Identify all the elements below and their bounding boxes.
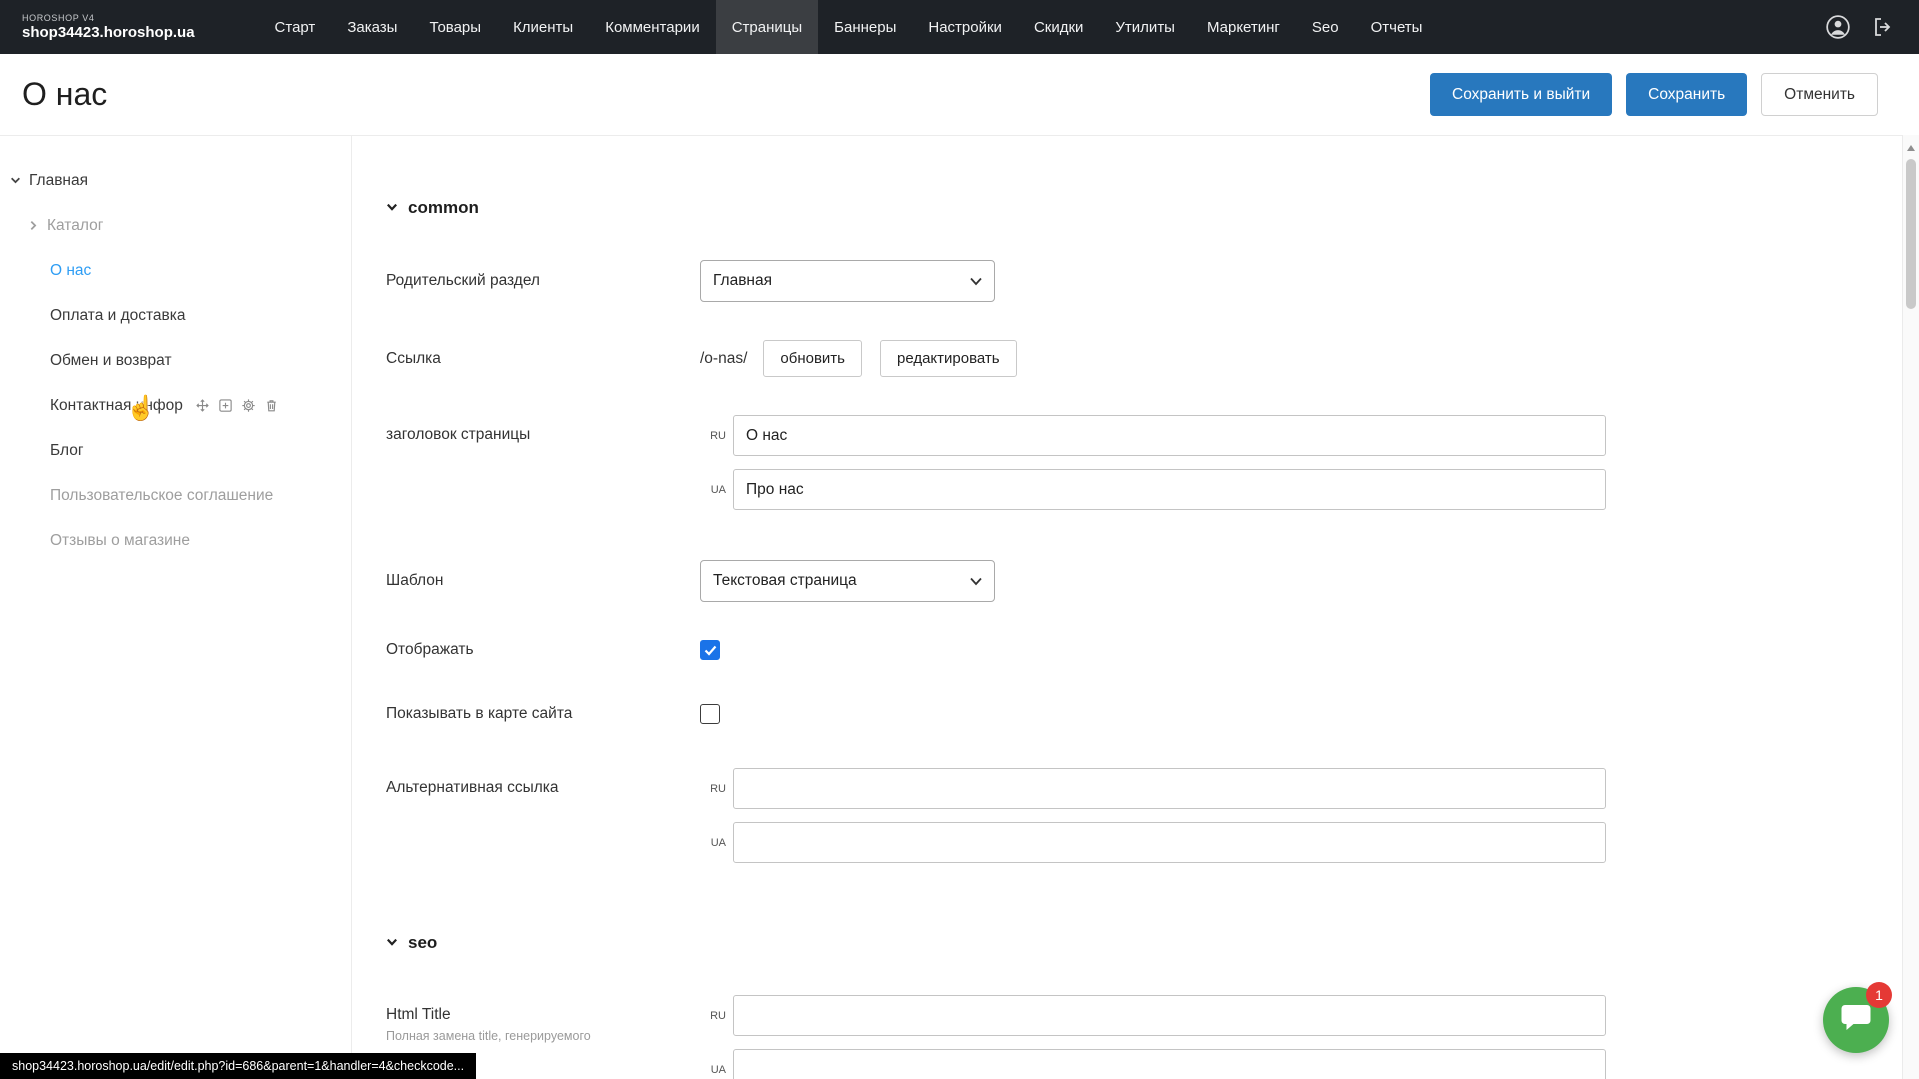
sidebar-item-exchange-return[interactable]: Обмен и возврат [0,338,351,383]
link-refresh-button[interactable]: обновить [763,340,862,377]
vertical-scrollbar[interactable] [1902,135,1919,1079]
logo[interactable]: HOROSHOP V4 shop34423.horoshop.ua [0,13,195,41]
menu-item-pages[interactable]: Страницы [716,0,818,54]
save-button[interactable]: Сохранить [1626,73,1747,116]
scroll-up-arrow[interactable] [1906,139,1916,157]
html-title-label: Html Title [386,1006,700,1024]
scrollbar-thumb[interactable] [1906,159,1916,309]
parent-section-select[interactable]: Главная [700,260,995,302]
html-title-ru-input[interactable] [733,995,1606,1036]
menu-item-settings[interactable]: Настройки [912,0,1018,54]
sidebar-item-contact-info[interactable]: Контактная инфор [0,383,351,428]
lang-ua-tag: UA [700,1064,726,1076]
menu-item-discounts[interactable]: Скидки [1018,0,1099,54]
user-circle-icon[interactable] [1825,14,1851,40]
chevron-down-icon[interactable] [10,175,21,186]
chevron-down-icon [970,277,982,286]
menu-item-comments[interactable]: Комментарии [589,0,715,54]
page-title-ru-input[interactable] [733,415,1606,456]
link-label: Ссылка [386,350,700,368]
cancel-button[interactable]: Отменить [1761,73,1878,116]
tree-item-actions [195,398,279,413]
plus-square-icon[interactable] [218,398,233,413]
sidebar-item-about[interactable]: О нас [0,248,351,293]
sidebar-item-home[interactable]: Главная [0,158,351,203]
menu-item-reports[interactable]: Отчеты [1355,0,1439,54]
chat-launcher-button[interactable]: 1 [1823,987,1889,1053]
html-title-note: Полная замена title, генерируемого [386,1029,636,1043]
display-checkbox[interactable] [700,640,720,660]
lang-ua-tag: UA [700,837,726,849]
pages-tree-sidebar: Главная Каталог О нас Оплата и доставка … [0,136,352,1079]
menu-item-start[interactable]: Старт [259,0,332,54]
menu-item-products[interactable]: Товары [413,0,497,54]
menu-item-seo[interactable]: Seo [1296,0,1355,54]
sidebar-item-blog[interactable]: Блог [0,428,351,473]
chat-unread-badge: 1 [1866,982,1892,1008]
gear-icon[interactable] [241,398,256,413]
page-edit-form: common Родительский раздел Главная Ссылк… [352,136,1919,1079]
menu-item-clients[interactable]: Клиенты [497,0,589,54]
alt-link-label: Альтернативная ссылка [386,768,700,797]
template-label: Шаблон [386,572,700,590]
chevron-down-icon [970,577,982,586]
alt-link-ru-input[interactable] [733,768,1606,809]
menu-item-banners[interactable]: Баннеры [818,0,912,54]
logo-version-label: HOROSHOP V4 [22,13,195,23]
section-seo-toggle[interactable]: seo [386,933,1919,953]
page-title-field-label: заголовок страницы [386,415,700,444]
save-and-exit-button[interactable]: Сохранить и выйти [1430,73,1612,116]
sidebar-item-catalog[interactable]: Каталог [0,203,351,248]
browser-status-url: shop34423.horoshop.ua/edit/edit.php?id=6… [0,1053,476,1079]
page-header: О нас Сохранить и выйти Сохранить Отмени… [0,54,1919,135]
alt-link-ua-input[interactable] [733,822,1606,863]
html-title-ua-input[interactable] [733,1049,1606,1079]
chevron-down-icon [386,933,398,953]
lang-ru-tag: RU [700,430,726,442]
main-menu: Старт Заказы Товары Клиенты Комментарии … [259,0,1439,54]
sidebar-item-payment-delivery[interactable]: Оплата и доставка [0,293,351,338]
template-select[interactable]: Текстовая страница [700,560,995,602]
menu-item-marketing[interactable]: Маркетинг [1191,0,1296,54]
sitemap-label: Показывать в карте сайта [386,705,700,723]
move-icon[interactable] [195,398,210,413]
page-title-ua-input[interactable] [733,469,1606,510]
chevron-right-icon[interactable] [28,220,39,231]
sidebar-item-store-reviews[interactable]: Отзывы о магазине [0,518,351,563]
parent-section-label: Родительский раздел [386,272,700,290]
lang-ua-tag: UA [700,484,726,496]
chevron-down-icon [386,198,398,218]
display-label: Отображать [386,641,700,659]
menu-item-orders[interactable]: Заказы [331,0,413,54]
topbar: HOROSHOP V4 shop34423.horoshop.ua Старт … [0,0,1919,54]
menu-item-utilities[interactable]: Утилиты [1099,0,1191,54]
sitemap-checkbox[interactable] [700,704,720,724]
section-common-toggle[interactable]: common [386,198,1919,218]
sidebar-item-user-agreement[interactable]: Пользовательское соглашение [0,473,351,518]
logout-icon[interactable] [1871,15,1895,39]
lang-ru-tag: RU [700,783,726,795]
link-edit-button[interactable]: редактировать [880,340,1017,377]
logo-domain-label: shop34423.horoshop.ua [22,24,195,41]
chat-bubble-icon [1840,1003,1872,1038]
lang-ru-tag: RU [700,1010,726,1022]
page-title: О нас [22,76,107,113]
trash-icon[interactable] [264,398,279,413]
link-path-value: /o-nas/ [700,350,747,368]
